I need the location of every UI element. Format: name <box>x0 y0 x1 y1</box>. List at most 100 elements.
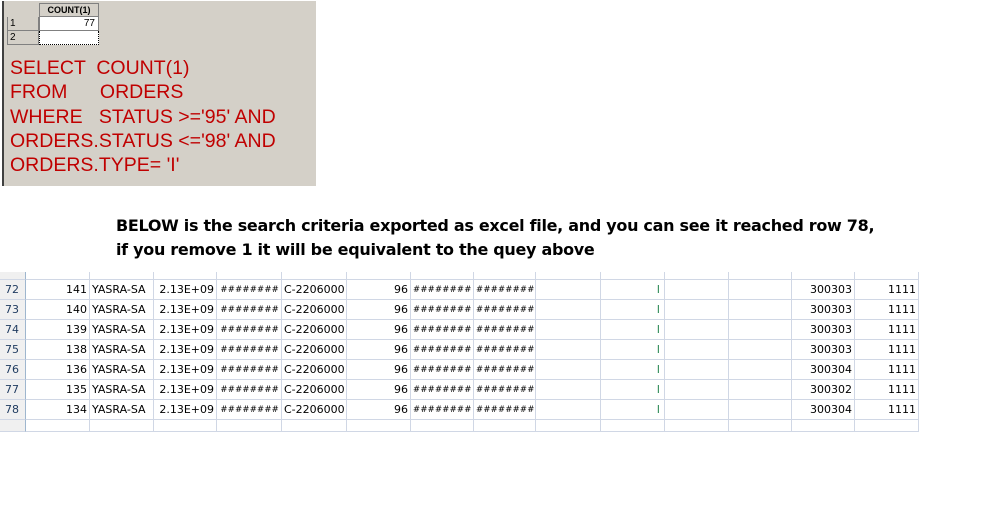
cell-v1[interactable]: 300303 <box>792 300 855 320</box>
cell-d2[interactable]: ######## <box>411 340 474 360</box>
sheet-row[interactable]: 72 141 YASRA-SA 2.13E+09 ######## C-2206000 96… <box>0 280 989 300</box>
sheet-row[interactable]: 77 135 YASRA-SA 2.13E+09 ######## C-2206000 96… <box>0 380 989 400</box>
cell-name[interactable]: YASRA-SA <box>90 380 154 400</box>
cell-v2[interactable]: 1111 <box>855 300 919 320</box>
cell-empty[interactable] <box>536 380 601 400</box>
cell-name[interactable]: YASRA-SA <box>90 280 154 300</box>
cell-empty[interactable] <box>729 400 792 420</box>
cell-code[interactable]: C-2206000 <box>282 360 347 380</box>
cell-d3[interactable]: ######## <box>474 360 536 380</box>
cell-empty[interactable] <box>729 380 792 400</box>
cell-v1[interactable]: 300304 <box>792 400 855 420</box>
cell-v2[interactable]: 1111 <box>855 340 919 360</box>
cell-d3[interactable]: ######## <box>474 280 536 300</box>
cell-d2[interactable]: ######## <box>411 320 474 340</box>
cell-id[interactable]: 136 <box>26 360 90 380</box>
cell-num2[interactable]: 2.13E+09 <box>154 380 217 400</box>
cell-empty[interactable] <box>729 360 792 380</box>
cell-v2[interactable]: 1111 <box>855 280 919 300</box>
cell-d2[interactable]: ######## <box>411 360 474 380</box>
cell-d2[interactable]: ######## <box>411 280 474 300</box>
cell-type[interactable]: I <box>601 380 665 400</box>
cell-empty[interactable] <box>536 340 601 360</box>
cell-status[interactable]: 96 <box>347 400 411 420</box>
sheet-row[interactable]: 75 138 YASRA-SA 2.13E+09 ######## C-2206000 96… <box>0 340 989 360</box>
cell-status[interactable]: 96 <box>347 320 411 340</box>
grid-cell-count[interactable]: 77 <box>39 17 99 31</box>
cell-d2[interactable]: ######## <box>411 300 474 320</box>
column-header-count[interactable]: COUNT(1) <box>39 3 99 17</box>
grid-row-number[interactable]: 2 <box>7 31 39 45</box>
cell-name[interactable]: YASRA-SA <box>90 360 154 380</box>
cell-v1[interactable]: 300303 <box>792 320 855 340</box>
cell-d3[interactable]: ######## <box>474 380 536 400</box>
cell-code[interactable]: C-2206000 <box>282 320 347 340</box>
cell-name[interactable]: YASRA-SA <box>90 300 154 320</box>
sheet-row[interactable]: 78 134 YASRA-SA 2.13E+09 ######## C-2206000 96… <box>0 400 989 420</box>
cell-d1[interactable]: ######## <box>217 340 282 360</box>
cell-type[interactable]: I <box>601 340 665 360</box>
sheet-row[interactable]: 76 136 YASRA-SA 2.13E+09 ######## C-2206000 96… <box>0 360 989 380</box>
row-header[interactable]: 78 <box>0 400 26 420</box>
cell-empty[interactable] <box>536 300 601 320</box>
cell-code[interactable]: C-2206000 <box>282 400 347 420</box>
cell-d1[interactable]: ######## <box>217 400 282 420</box>
row-header[interactable]: 77 <box>0 380 26 400</box>
cell-empty[interactable] <box>665 300 729 320</box>
cell-d1[interactable]: ######## <box>217 300 282 320</box>
cell-id[interactable]: 135 <box>26 380 90 400</box>
cell-empty[interactable] <box>665 360 729 380</box>
cell-empty[interactable] <box>665 280 729 300</box>
cell-v1[interactable]: 300303 <box>792 340 855 360</box>
cell-num2[interactable]: 2.13E+09 <box>154 340 217 360</box>
cell-empty[interactable] <box>729 280 792 300</box>
cell-num2[interactable]: 2.13E+09 <box>154 360 217 380</box>
cell-id[interactable]: 141 <box>26 280 90 300</box>
cell-type[interactable]: I <box>601 280 665 300</box>
sheet-row[interactable]: 74 139 YASRA-SA 2.13E+09 ######## C-2206000 96… <box>0 320 989 340</box>
cell-num2[interactable]: 2.13E+09 <box>154 280 217 300</box>
cell-empty[interactable] <box>729 300 792 320</box>
cell-d3[interactable]: ######## <box>474 300 536 320</box>
cell-code[interactable]: C-2206000 <box>282 280 347 300</box>
cell-v1[interactable]: 300303 <box>792 280 855 300</box>
cell-num2[interactable]: 2.13E+09 <box>154 400 217 420</box>
cell-code[interactable]: C-2206000 <box>282 300 347 320</box>
cell-status[interactable]: 96 <box>347 340 411 360</box>
cell-d1[interactable]: ######## <box>217 280 282 300</box>
cell-name[interactable]: YASRA-SA <box>90 340 154 360</box>
cell-code[interactable]: C-2206000 <box>282 340 347 360</box>
cell-v1[interactable]: 300302 <box>792 380 855 400</box>
row-header[interactable]: 72 <box>0 280 26 300</box>
cell-empty[interactable] <box>536 400 601 420</box>
cell-type[interactable]: I <box>601 360 665 380</box>
cell-type[interactable]: I <box>601 400 665 420</box>
cell-id[interactable]: 138 <box>26 340 90 360</box>
cell-empty[interactable] <box>536 320 601 340</box>
cell-id[interactable]: 139 <box>26 320 90 340</box>
cell-d2[interactable]: ######## <box>411 380 474 400</box>
cell-name[interactable]: YASRA-SA <box>90 400 154 420</box>
cell-v2[interactable]: 1111 <box>855 400 919 420</box>
cell-name[interactable]: YASRA-SA <box>90 320 154 340</box>
grid-cell-empty[interactable] <box>39 31 99 45</box>
cell-empty[interactable] <box>665 340 729 360</box>
cell-d1[interactable]: ######## <box>217 380 282 400</box>
cell-num2[interactable]: 2.13E+09 <box>154 320 217 340</box>
cell-empty[interactable] <box>665 380 729 400</box>
cell-empty[interactable] <box>536 360 601 380</box>
cell-d3[interactable]: ######## <box>474 400 536 420</box>
sheet-row[interactable]: 73 140 YASRA-SA 2.13E+09 ######## C-2206000 96… <box>0 300 989 320</box>
grid-row-number[interactable]: 1 <box>7 17 39 31</box>
cell-id[interactable]: 140 <box>26 300 90 320</box>
cell-d3[interactable]: ######## <box>474 340 536 360</box>
cell-empty[interactable] <box>729 340 792 360</box>
cell-d3[interactable]: ######## <box>474 320 536 340</box>
cell-d1[interactable]: ######## <box>217 360 282 380</box>
cell-status[interactable]: 96 <box>347 280 411 300</box>
cell-empty[interactable] <box>665 400 729 420</box>
cell-empty[interactable] <box>729 320 792 340</box>
cell-type[interactable]: I <box>601 300 665 320</box>
row-header[interactable]: 74 <box>0 320 26 340</box>
row-header[interactable]: 73 <box>0 300 26 320</box>
